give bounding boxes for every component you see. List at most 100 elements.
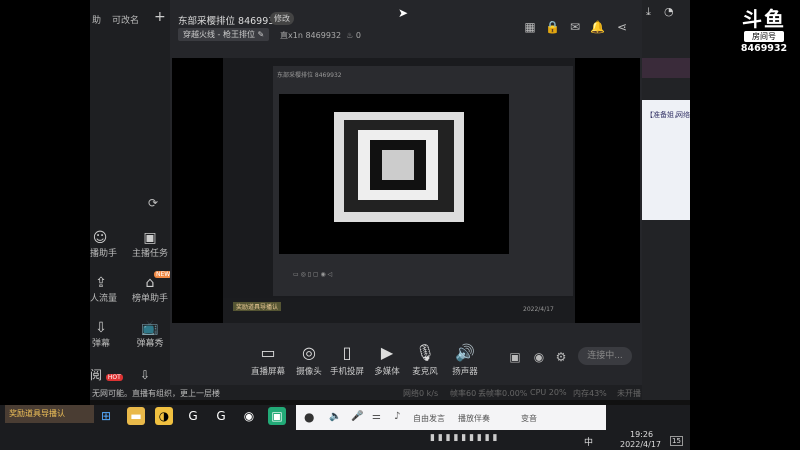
screen-label: 直播屏幕: [250, 367, 285, 377]
clock-time[interactable]: 19:26: [630, 430, 653, 439]
settings-icon[interactable]: ⚙: [554, 350, 568, 364]
tv-icon: 📺: [141, 320, 159, 336]
room-stat-label: 直x1n: [280, 31, 303, 40]
room-id: 8469932: [305, 31, 342, 40]
side-banner: [642, 58, 690, 78]
nested-preview: 东部采樱排位 8469932 ▭ ◎ ▯ ▢ ◉ ◁ 奖励道具导播认 2022/…: [223, 58, 575, 323]
tray-icons[interactable]: ▮ ▮ ▮ ▮ ▮ ▮ ▮ ▮ ▮: [430, 433, 497, 443]
bell-icon[interactable]: 🔔: [590, 20, 605, 34]
edit-button[interactable]: 修改: [270, 12, 294, 25]
side-page: 【准备姐， 网络: [642, 100, 690, 220]
nested-screen: [279, 94, 509, 254]
windows-start-icon[interactable]: ⊞: [97, 407, 115, 425]
app-g-icon[interactable]: G: [212, 407, 230, 425]
start-live-button[interactable]: 连接中...: [578, 347, 632, 365]
free-speak[interactable]: 自由发言: [413, 413, 445, 424]
cursor-icon: ➤: [398, 6, 409, 20]
avatar[interactable]: ●: [304, 410, 314, 424]
hot-badge: HOT: [105, 374, 123, 381]
user-icon: ☺: [92, 230, 108, 246]
file-explorer-icon[interactable]: ▬: [127, 407, 145, 425]
hot-label: 阅: [90, 368, 103, 382]
download-icon[interactable]: ⇩: [140, 368, 150, 382]
fire-count: 0: [355, 31, 361, 40]
clock-icon[interactable]: ◔: [664, 5, 674, 18]
net-speed: 网络0 k/s: [403, 389, 439, 398]
voice-changer[interactable]: 变音: [521, 413, 537, 424]
sidebar-item-label: 播助手: [90, 249, 118, 259]
chat-input-bar: ● 🔈 🎤 ⚌ ♪ 自由发言 播放伴奏 变音: [296, 405, 606, 430]
nested-title: 东部采樱排位 8469932: [277, 72, 342, 79]
recursion-core: [382, 150, 414, 180]
eye-icon[interactable]: ◉: [532, 350, 546, 364]
clock-date[interactable]: 2022/4/17: [620, 440, 661, 449]
task-icon: ▣: [143, 230, 157, 246]
play-accompaniment[interactable]: 播放伴奏: [458, 413, 490, 424]
screen-button[interactable]: ▭ 直播屏幕: [245, 343, 291, 378]
overlay-area: [690, 0, 800, 450]
notice-text: 无网可能。直播有组织，更上一层楼: [92, 389, 220, 398]
logo-brand: 斗鱼: [742, 7, 786, 31]
hot-item[interactable]: 阅 HOT: [90, 366, 123, 383]
upload-icon: ⇪: [95, 275, 107, 291]
live-status: 未开播: [617, 389, 641, 398]
windows-taskbar: ⊞ ▬ ◑ G G ◉ ▣ ▶ ● 🔈 🎤 ⚌ ♪ 自由发言 播放伴奏 变音 奖…: [0, 405, 690, 450]
notification-badge[interactable]: 15: [670, 436, 683, 446]
add-icon[interactable]: +: [154, 9, 166, 25]
app-icon[interactable]: ◑: [155, 407, 173, 425]
pin-icon[interactable]: ⤓: [646, 5, 651, 19]
memory-usage: 内存43%: [573, 389, 607, 398]
category-tag[interactable]: 穿越火线 - 枪王排位 ✎: [178, 28, 270, 41]
record-icon[interactable]: ▣: [508, 350, 522, 364]
side-text-2: 网络: [676, 111, 690, 119]
logo-sub: 房间号: [744, 31, 784, 42]
sidebar-item-danmu[interactable]: ⇩ 弹幕: [90, 320, 112, 349]
douyu-logo: 斗鱼 房间号 8469932: [733, 8, 795, 60]
sidebar-item-label: 主播任务: [132, 249, 169, 259]
nested-controls: ▭ ◎ ▯ ▢ ◉ ◁: [293, 271, 333, 278]
sidebar-item-label: 人流量: [90, 294, 118, 304]
nested-date: 2022/4/17: [523, 306, 554, 313]
tab-assistant[interactable]: 助: [92, 13, 101, 26]
recursion-inner-3: [370, 140, 426, 190]
fire-icon: ♨: [346, 31, 354, 40]
recursion-frame: [334, 112, 464, 222]
speaker-button[interactable]: 🔊 扬声器: [442, 343, 488, 378]
status-bar: 无网可能。直播有组织，更上一层楼 网络0 k/s 帧率60 丢帧率0.00% C…: [90, 385, 642, 400]
volume-icon[interactable]: 🔈: [329, 411, 341, 422]
sidebar-item-danmu-show[interactable]: 📺 弹幕秀: [132, 320, 168, 349]
ime-indicator[interactable]: 中: [584, 435, 593, 448]
mail-icon[interactable]: ✉: [568, 20, 582, 34]
cpu-usage: CPU 20%: [530, 388, 567, 397]
steam-icon[interactable]: ◉: [240, 407, 258, 425]
speaker-icon: 🔊: [455, 343, 475, 362]
fps-value: 帧率60: [450, 389, 477, 398]
sidebar-item-assistant[interactable]: ☺ 播助手: [90, 230, 118, 259]
side-content: 【准备姐， 网络 ⤓ ◔: [642, 0, 690, 410]
speaker-label: 扬声器: [452, 367, 478, 377]
drop-rate: 丢帧率0.00%: [478, 389, 528, 398]
mic-icon[interactable]: 🎤: [351, 411, 363, 422]
sidebar-item-label: 榜单助手: [132, 294, 169, 304]
sidebar-item-traffic[interactable]: ⇪ 人流量: [90, 275, 118, 304]
app-green-icon[interactable]: ▣: [268, 407, 286, 425]
screen-icon: ▭: [260, 343, 276, 362]
tab-audience[interactable]: 可改名: [112, 13, 139, 26]
room-title: 东部采樱排位 8469932: [178, 16, 281, 27]
chrome-icon[interactable]: G: [184, 407, 202, 425]
gift-box-icon[interactable]: ▦: [523, 20, 537, 34]
sidebar-item-label: 弹幕: [91, 339, 110, 349]
refresh-icon[interactable]: ⟳: [148, 196, 158, 210]
left-panel: 助 可改名 + ⟳ ☺ 播助手 ▣ 主播任务 ⇪ 人流量 ⌂ NEW 榜单助手 …: [90, 0, 173, 400]
sidebar-item-label: 弹幕秀: [136, 339, 164, 349]
nested-banner: 奖励道具导播认: [233, 302, 282, 311]
nested-taskbar: 奖励道具导播认 2022/4/17: [223, 298, 575, 323]
sidebar-item-ranking[interactable]: ⌂ NEW 榜单助手: [132, 271, 173, 304]
audio-icon[interactable]: ♪: [394, 411, 400, 422]
sidebar-item-task[interactable]: ▣ 主播任务: [132, 230, 168, 259]
eq-icon[interactable]: ⚌: [372, 411, 381, 422]
recursion-inner: [344, 120, 454, 212]
reward-banner[interactable]: 奖励道具导播认: [5, 405, 94, 423]
share-icon[interactable]: ⋖: [615, 20, 629, 34]
lock-icon[interactable]: 🔒: [545, 20, 560, 34]
